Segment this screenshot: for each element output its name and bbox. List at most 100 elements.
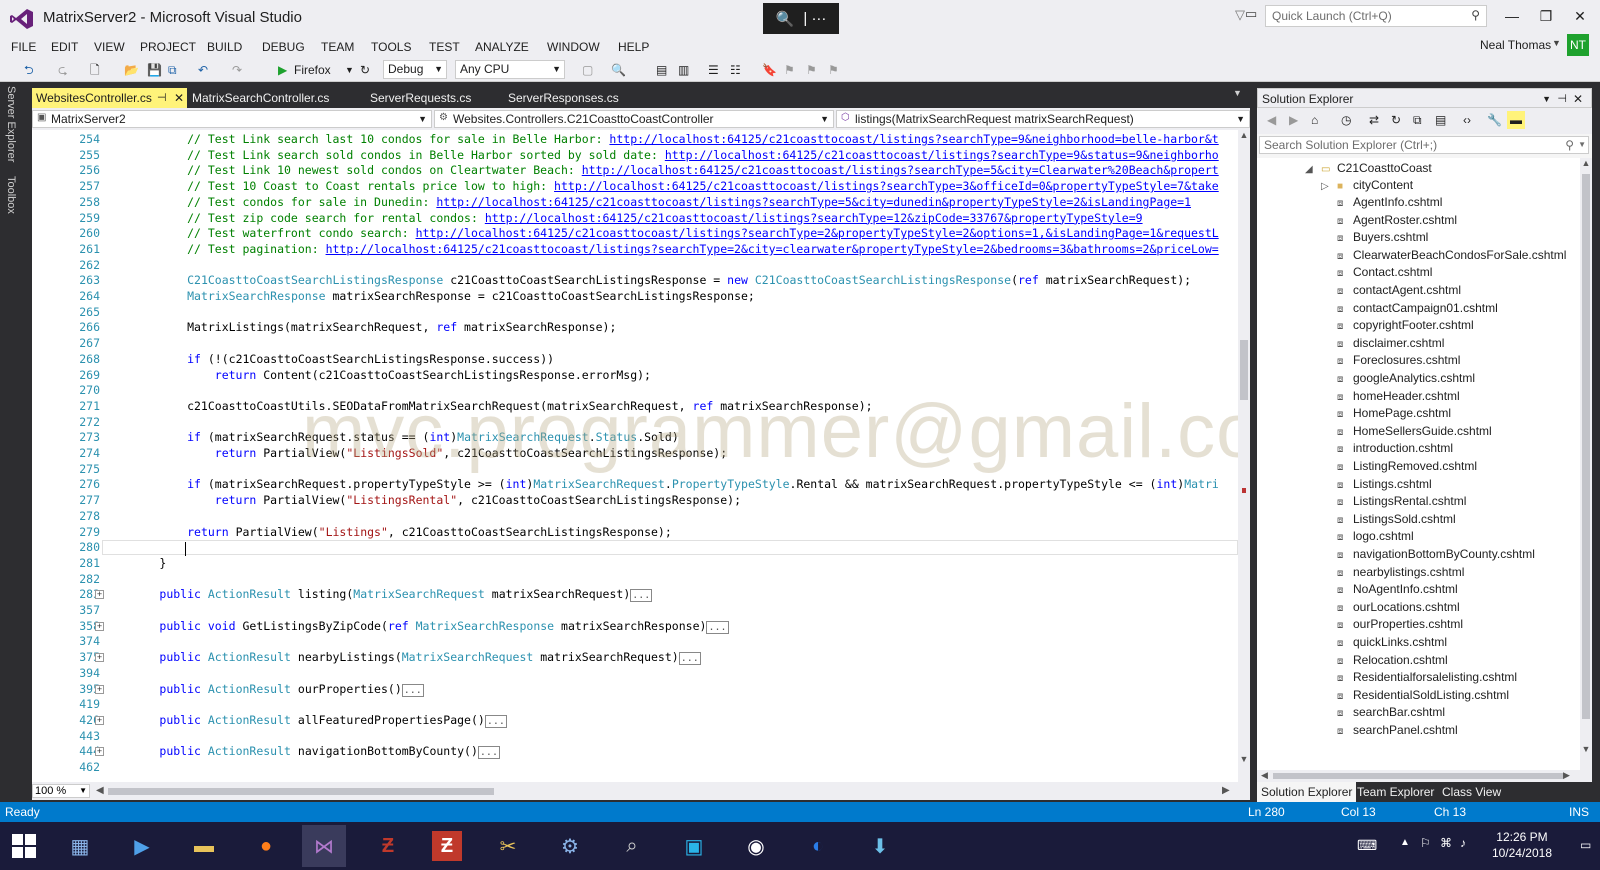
undo-icon[interactable]: ↶	[198, 61, 208, 79]
code-line[interactable]: public ActionResult navigationBottomByCo…	[104, 744, 500, 760]
tree-file[interactable]: ⧈ ourProperties.cshtml	[1337, 616, 1463, 633]
prev-bookmark-icon[interactable]: ⚑	[784, 61, 795, 79]
keyboard-icon[interactable]: ⌨	[1357, 837, 1377, 854]
editor-vertical-scrollbar[interactable]: ▲ ▼	[1238, 130, 1250, 782]
tree-file[interactable]: ⧈ NoAgentInfo.cshtml	[1337, 581, 1458, 598]
code-line[interactable]: // Test Link 10 newest sold condos on Cl…	[104, 163, 1219, 179]
code-line[interactable]: MatrixSearchResponse matrixSearchRespons…	[104, 289, 755, 305]
code-line[interactable]: // Test waterfront condo search: http://…	[104, 226, 1219, 242]
minimize-button[interactable]: —	[1495, 4, 1529, 28]
tab-websitescontroller[interactable]: WebsitesController.cs ⊣ ✕	[32, 88, 187, 108]
back-icon[interactable]: ◀	[1267, 111, 1276, 129]
menu-debug[interactable]: DEBUG	[262, 36, 305, 58]
tree-file[interactable]: ⧈ Relocation.cshtml	[1337, 652, 1448, 669]
attach-icon[interactable]: ▢	[582, 61, 593, 79]
save-all-icon[interactable]: ⧉	[168, 61, 177, 79]
code-line[interactable]: // Test zip code search for rental condo…	[104, 211, 1143, 227]
layout-icon[interactable]: ▤	[656, 61, 667, 79]
scroll-down-icon[interactable]: ▼	[1238, 754, 1250, 764]
code-link[interactable]: http://localhost:64125/c21coasttocoast/l…	[609, 132, 1218, 146]
find-in-files-icon[interactable]: 🔍	[611, 61, 626, 79]
code-link[interactable]: http://localhost:64125/c21coasttocoast/l…	[485, 211, 1143, 225]
quick-launch-input[interactable]: Quick Launch (Ctrl+Q) ⚲	[1265, 5, 1487, 27]
tree-file[interactable]: ⧈ homeHeader.cshtml	[1337, 388, 1460, 405]
tab-serverresponses[interactable]: ServerResponses.cs	[504, 88, 634, 108]
code-line[interactable]: }	[104, 556, 166, 572]
code-line[interactable]: public ActionResult allFeaturedPropertie…	[104, 713, 507, 729]
pin-icon[interactable]: ⊣	[1557, 89, 1567, 109]
magnifier-app-icon[interactable]: ⌕	[614, 828, 650, 864]
server-manager-icon[interactable]: ▦	[62, 828, 98, 864]
tree-file[interactable]: ⧈ Residentialforsalelisting.cshtml	[1337, 669, 1517, 686]
code-line[interactable]: // Test pagination: http://localhost:641…	[104, 242, 1219, 258]
menu-analyze[interactable]: ANALYZE	[475, 36, 529, 58]
pin-icon[interactable]: ⊣	[157, 88, 167, 108]
menu-project[interactable]: PROJECT	[140, 36, 196, 58]
code-line[interactable]: // Test Link search sold condos in Belle…	[104, 148, 1219, 164]
tree-folder[interactable]: ▷ ■ cityContent	[1321, 177, 1413, 194]
code-line[interactable]: public ActionResult ourProperties()...	[104, 682, 424, 698]
collapsed-region[interactable]: ...	[477, 746, 500, 760]
powershell-icon[interactable]: ▶	[124, 828, 160, 864]
editor-scroll-thumb[interactable]	[1240, 340, 1248, 400]
tree-file[interactable]: ⧈ ListingRemoved.cshtml	[1337, 458, 1477, 475]
scroll-left-icon[interactable]: ◀	[96, 785, 104, 796]
zoom-tool-menu[interactable]: | ···	[803, 10, 826, 27]
forward-icon[interactable]: ▶	[1289, 111, 1298, 129]
show-hidden-icons[interactable]: ▲	[1400, 837, 1410, 848]
code-link[interactable]: http://localhost:64125/c21coasttocoast/l…	[436, 195, 1191, 209]
scroll-up-icon[interactable]: ▲	[1580, 158, 1592, 168]
project-dropdown[interactable]: ▣ MatrixServer2 ▼	[32, 110, 432, 128]
menu-tools[interactable]: TOOLS	[371, 36, 411, 58]
expand-outline-icon[interactable]: +	[95, 747, 104, 757]
tree-file[interactable]: ⧈ introduction.cshtml	[1337, 440, 1453, 457]
solution-explorer-search[interactable]: Search Solution Explorer (Ctrl+;) ⚲ ▼	[1259, 136, 1589, 154]
menu-help[interactable]: HELP	[618, 36, 649, 58]
code-line[interactable]	[104, 540, 187, 556]
tab-class-view[interactable]: Class View	[1438, 782, 1505, 802]
tree-file[interactable]: ⧈ googleAnalytics.cshtml	[1337, 370, 1475, 387]
code-text[interactable]: // Test Link search last 10 condos for s…	[104, 130, 1238, 782]
code-link[interactable]: http://localhost:64125/c21coasttocoast/l…	[326, 242, 1219, 256]
tree-file[interactable]: ⧈ contactAgent.cshtml	[1337, 282, 1461, 299]
tree-file[interactable]: ⧈ Listings.cshtml	[1337, 476, 1432, 493]
tree-file[interactable]: ⧈ ClearwaterBeachCondosForSale.cshtml	[1337, 247, 1566, 264]
tab-solution-explorer[interactable]: Solution Explorer	[1257, 782, 1357, 802]
code-line[interactable]: if (matrixSearchRequest.propertyTypeStyl…	[104, 477, 1219, 493]
tree-file[interactable]: ⧈ ResidentialSoldListing.cshtml	[1337, 687, 1509, 704]
platform-dropdown[interactable]: Any CPU ▼	[455, 60, 565, 79]
visual-studio-taskbar-icon[interactable]: ⋈	[302, 825, 346, 867]
code-line[interactable]: return PartialView("Listings", c21Coastt…	[104, 525, 672, 541]
code-line[interactable]: // Test condos for sale in Dunedin: http…	[104, 195, 1191, 211]
network-tray-icon[interactable]: ⌘	[1440, 836, 1452, 850]
collapsed-arrow-icon[interactable]: ▷	[1321, 178, 1337, 195]
back-icon[interactable]: ⮌	[24, 61, 34, 79]
close-icon[interactable]: ✕	[1573, 89, 1583, 109]
menu-team[interactable]: TEAM	[321, 36, 354, 58]
restore-button[interactable]: ❐	[1529, 4, 1563, 28]
tree-file[interactable]: ⧈ HomePage.cshtml	[1337, 405, 1451, 422]
browser-icon[interactable]: ◐	[800, 828, 836, 864]
preview-selected-icon[interactable]: ▬	[1507, 111, 1525, 129]
code-line[interactable]: return Content(c21CoasttoCoastSearchList…	[104, 368, 651, 384]
code-line[interactable]: if (matrixSearchRequest.status == (int)M…	[104, 430, 679, 446]
tree-file[interactable]: ⧈ logo.cshtml	[1337, 528, 1414, 545]
code-editor[interactable]: 254 255 256 257 258 259 260 261 262 263 264 265 266 2…	[32, 130, 1238, 782]
expand-outline-icon[interactable]: +	[95, 684, 104, 694]
tab-serverrequests[interactable]: ServerRequests.cs	[366, 88, 496, 108]
code-line[interactable]: public ActionResult nearbyListings(Matri…	[104, 650, 701, 666]
tree-root[interactable]: ◢ ▭ C21CoasttoCoast	[1305, 160, 1432, 177]
tree-file[interactable]: ⧈ Buyers.cshtml	[1337, 229, 1428, 246]
feedback-icon[interactable]: ▭	[1245, 6, 1257, 22]
app-square-icon[interactable]: ▣	[676, 828, 712, 864]
refresh-icon[interactable]: ↻	[1391, 111, 1401, 129]
network-icon[interactable]: ⚙	[552, 828, 588, 864]
collapsed-region[interactable]: ...	[706, 620, 729, 634]
menu-test[interactable]: TEST	[429, 36, 460, 58]
menu-window[interactable]: WINDOW	[547, 36, 600, 58]
tree-file[interactable]: ⧈ ourLocations.cshtml	[1337, 599, 1460, 616]
code-line[interactable]: // Test Link search last 10 condos for s…	[104, 132, 1219, 148]
scroll-left-icon[interactable]: ◀	[1261, 770, 1268, 781]
tree-file[interactable]: ⧈ nearbylistings.cshtml	[1337, 564, 1464, 581]
refresh-icon[interactable]: ↻	[360, 61, 370, 79]
